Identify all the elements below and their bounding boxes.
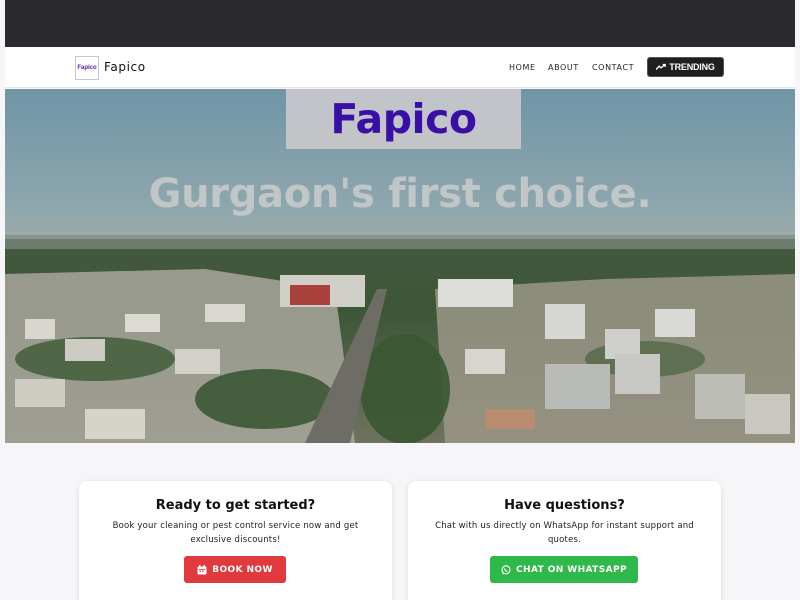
whatsapp-card-text: Chat with us directly on WhatsApp for in…	[435, 521, 694, 545]
logo[interactable]: Fapico	[75, 56, 99, 80]
book-now-label: BOOK NOW	[212, 564, 273, 575]
hero-banner: Fapico Gurgaon's first choice.	[5, 89, 795, 443]
trending-up-icon	[656, 63, 667, 70]
trending-button[interactable]: TRENDING	[647, 57, 724, 77]
book-card-title: Ready to get started?	[155, 498, 316, 513]
whatsapp-card: Have questions? Chat with us directly on…	[408, 481, 721, 600]
chat-whatsapp-button[interactable]: CHAT ON WHATSAPP	[490, 556, 638, 583]
navbar: Fapico Fapico HOME ABOUT CONTACT TRENDIN…	[5, 47, 795, 88]
nav-link-home[interactable]: HOME	[509, 63, 536, 72]
calendar-icon	[197, 564, 207, 574]
book-card: Ready to get started? Book your cleaning…	[79, 481, 392, 600]
hero-title: Fapico	[330, 95, 477, 143]
whatsapp-card-title: Have questions?	[504, 498, 625, 513]
brand-name[interactable]: Fapico	[104, 60, 146, 74]
browser-top-bar	[5, 0, 795, 47]
nav-link-about[interactable]: ABOUT	[548, 63, 579, 72]
hero-tagline: Gurgaon's first choice.	[148, 171, 652, 217]
book-now-button[interactable]: BOOK NOW	[184, 556, 286, 583]
hero-title-box: Fapico	[286, 89, 521, 149]
chat-whatsapp-label: CHAT ON WHATSAPP	[516, 564, 627, 575]
nav-link-contact[interactable]: CONTACT	[592, 63, 634, 72]
whatsapp-icon	[501, 564, 511, 575]
trending-label: TRENDING	[669, 62, 715, 72]
book-card-text: Book your cleaning or pest control servi…	[112, 521, 359, 545]
